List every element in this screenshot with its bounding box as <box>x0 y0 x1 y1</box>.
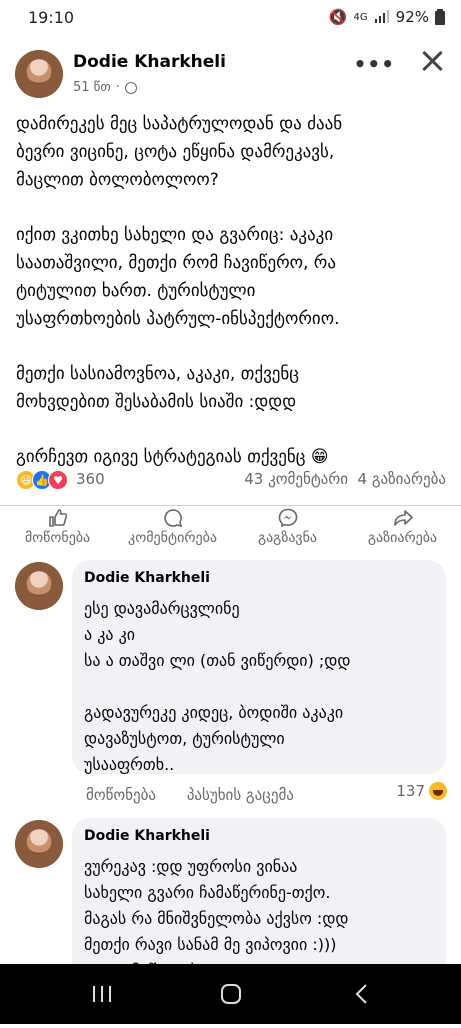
comment-author[interactable]: Dodie Kharkheli <box>84 828 210 844</box>
comment-reply-button[interactable]: პასუხის გაცემა <box>187 786 294 804</box>
back-button[interactable] <box>311 964 411 1024</box>
post-author[interactable]: Dodie Kharkheli <box>73 52 226 72</box>
haha-reaction-icon <box>429 782 447 800</box>
love-reaction-icon: ♥ <box>48 470 68 490</box>
comment-avatar[interactable] <box>15 562 63 610</box>
globe-icon <box>124 81 137 94</box>
home-icon <box>221 984 241 1004</box>
post-action-bar: მოწონება კომენტირება გაგზავნა გაზიარება <box>0 505 461 552</box>
battery-level: 92% <box>395 8 429 26</box>
more-options-button[interactable]: ••• <box>354 52 395 76</box>
thumbs-up-icon <box>48 509 67 527</box>
avatar[interactable] <box>15 50 63 98</box>
comment-reaction-count: 137 <box>396 782 425 800</box>
status-bar: 19:10 🔇 4G 92% <box>0 0 461 36</box>
battery-icon <box>435 9 445 25</box>
comment-author[interactable]: Dodie Kharkheli <box>84 570 210 586</box>
comments-count[interactable]: 43 კომენტარი <box>244 470 348 488</box>
comment-icon <box>163 509 182 528</box>
share-label: გაზიარება <box>367 530 438 546</box>
comment-like-button[interactable]: მოწონება <box>86 786 156 804</box>
comment-item: Dodie Kharkheli ვურეკავ :დდ უფროსი ვინაა… <box>0 818 461 964</box>
reaction-icons[interactable]: 😆 👍 ♥ <box>16 470 68 490</box>
recent-apps-button[interactable] <box>52 964 152 1024</box>
comment-text: ვურეკავ :დდ უფროსი ვინაა სახელი გვარი ჩა… <box>84 857 349 964</box>
shares-count[interactable]: 4 გაზიარება <box>358 470 446 488</box>
post-body: დამირეკეს მეც საპატრულოდან და ძაან ბევრი… <box>16 110 446 498</box>
reactions-count[interactable]: 360 <box>76 470 105 488</box>
post-paragraph: მეთქი სასიამოვნოა, აკაკი, თქვენც მოხვდებ… <box>16 364 300 412</box>
network-type: 4G <box>353 11 368 23</box>
comment-text: ესე დავამარცვლინე ა კა კი სა ა თაშვი ლი … <box>84 599 351 774</box>
recent-apps-icon <box>93 986 111 1002</box>
comment-item: Dodie Kharkheli ესე დავამარცვლინე ა კა კ… <box>0 560 461 810</box>
like-label: მოწონება <box>24 530 91 546</box>
status-time: 19:10 <box>28 8 75 27</box>
post-header: Dodie Kharkheli 51 წთ · ••• <box>0 40 461 100</box>
system-nav-bar <box>0 964 461 1024</box>
comment-reactions[interactable]: 137 <box>396 782 447 800</box>
meta-separator: · <box>115 80 120 95</box>
post-time[interactable]: 51 წთ <box>73 80 111 95</box>
back-icon <box>355 984 367 1004</box>
comment-bubble[interactable]: Dodie Kharkheli ვურეკავ :დდ უფროსი ვინაა… <box>72 818 446 964</box>
like-button[interactable]: მოწონება <box>0 506 115 552</box>
comment-avatar[interactable] <box>15 820 63 868</box>
mute-icon: 🔇 <box>328 8 348 26</box>
messenger-icon <box>278 508 297 528</box>
home-button[interactable] <box>181 964 281 1024</box>
send-label: გაგზავნა <box>257 530 318 546</box>
close-button[interactable] <box>417 46 447 76</box>
post-stats: 43 კომენტარი 4 გაზიარება <box>244 470 446 488</box>
post-meta: 51 წთ · <box>73 80 137 95</box>
comment-bubble[interactable]: Dodie Kharkheli ესე დავამარცვლინე ა კა კ… <box>72 560 446 774</box>
comment-button[interactable]: კომენტირება <box>115 506 230 552</box>
signal-icon <box>374 10 389 23</box>
status-icons: 🔇 4G 92% <box>329 8 445 26</box>
comment-actions: მოწონება პასუხის გაცემა <box>86 786 320 804</box>
post-paragraph: დამირეკეს მეც საპატრულოდან და ძაან ბევრი… <box>16 114 343 190</box>
comment-label: კომენტირება <box>128 530 217 546</box>
post-paragraph: იქით ვკითხე სახელი და გვარიც: აკაკი საათ… <box>16 225 340 329</box>
reactions-row: 😆 👍 ♥ 360 43 კომენტარი 4 გაზიარება <box>16 466 446 494</box>
share-button[interactable]: გაზიარება <box>345 506 460 552</box>
share-icon <box>393 510 413 526</box>
send-button[interactable]: გაგზავნა <box>230 506 345 552</box>
